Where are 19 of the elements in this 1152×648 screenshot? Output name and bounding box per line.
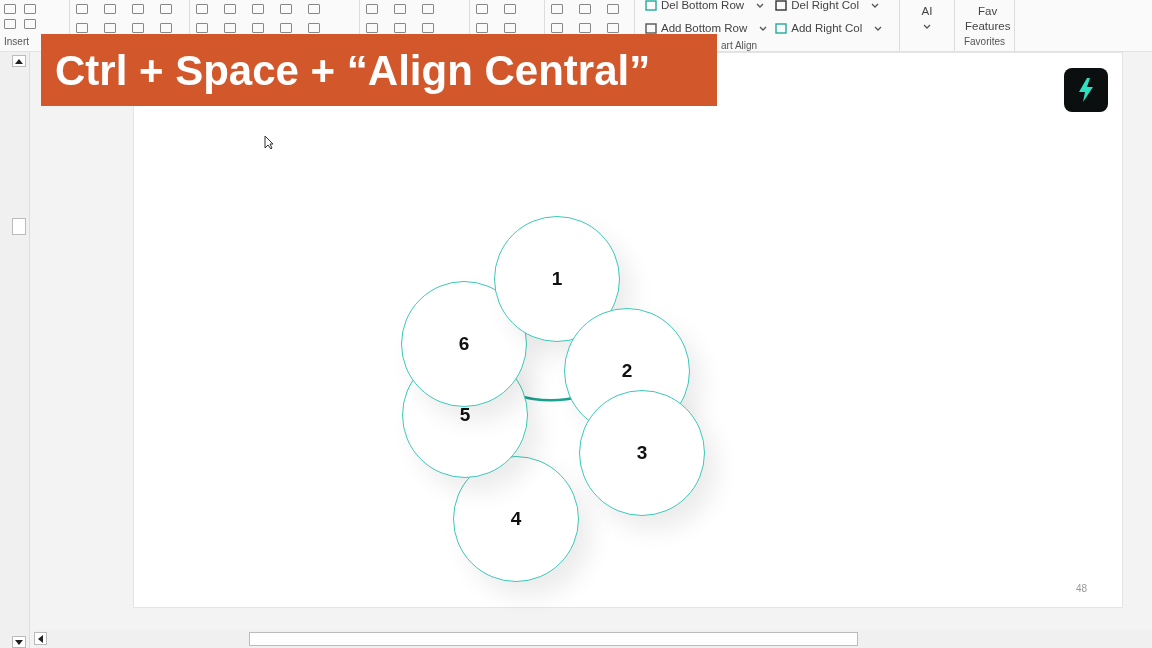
- scroll-thumb[interactable]: [249, 632, 858, 646]
- circle-node: 3: [579, 390, 705, 516]
- group-label: Insert: [4, 35, 29, 49]
- scroll-down-icon[interactable]: [12, 636, 26, 648]
- app-logo-icon: [1064, 68, 1108, 112]
- page-number: 48: [1076, 582, 1088, 596]
- banner-caption: Ctrl + Space + “Align Central”: [41, 34, 717, 106]
- ai-button[interactable]: AI: [917, 0, 937, 31]
- mouse-cursor-icon: [264, 135, 274, 150]
- table-button[interactable]: Add Right Col: [771, 20, 893, 38]
- scroll-thumb[interactable]: [12, 218, 26, 235]
- group-label: Favorites: [962, 35, 1007, 49]
- table-button[interactable]: Del Right Col: [771, 0, 893, 15]
- scroll-up-icon[interactable]: [12, 55, 26, 67]
- table-button[interactable]: Del Bottom Row: [641, 0, 772, 15]
- fav-features-button[interactable]: Fav Features: [961, 4, 1008, 34]
- caret-icon[interactable]: [923, 24, 931, 31]
- scroll-left-icon[interactable]: [34, 632, 47, 645]
- group-label: art Align: [720, 38, 759, 53]
